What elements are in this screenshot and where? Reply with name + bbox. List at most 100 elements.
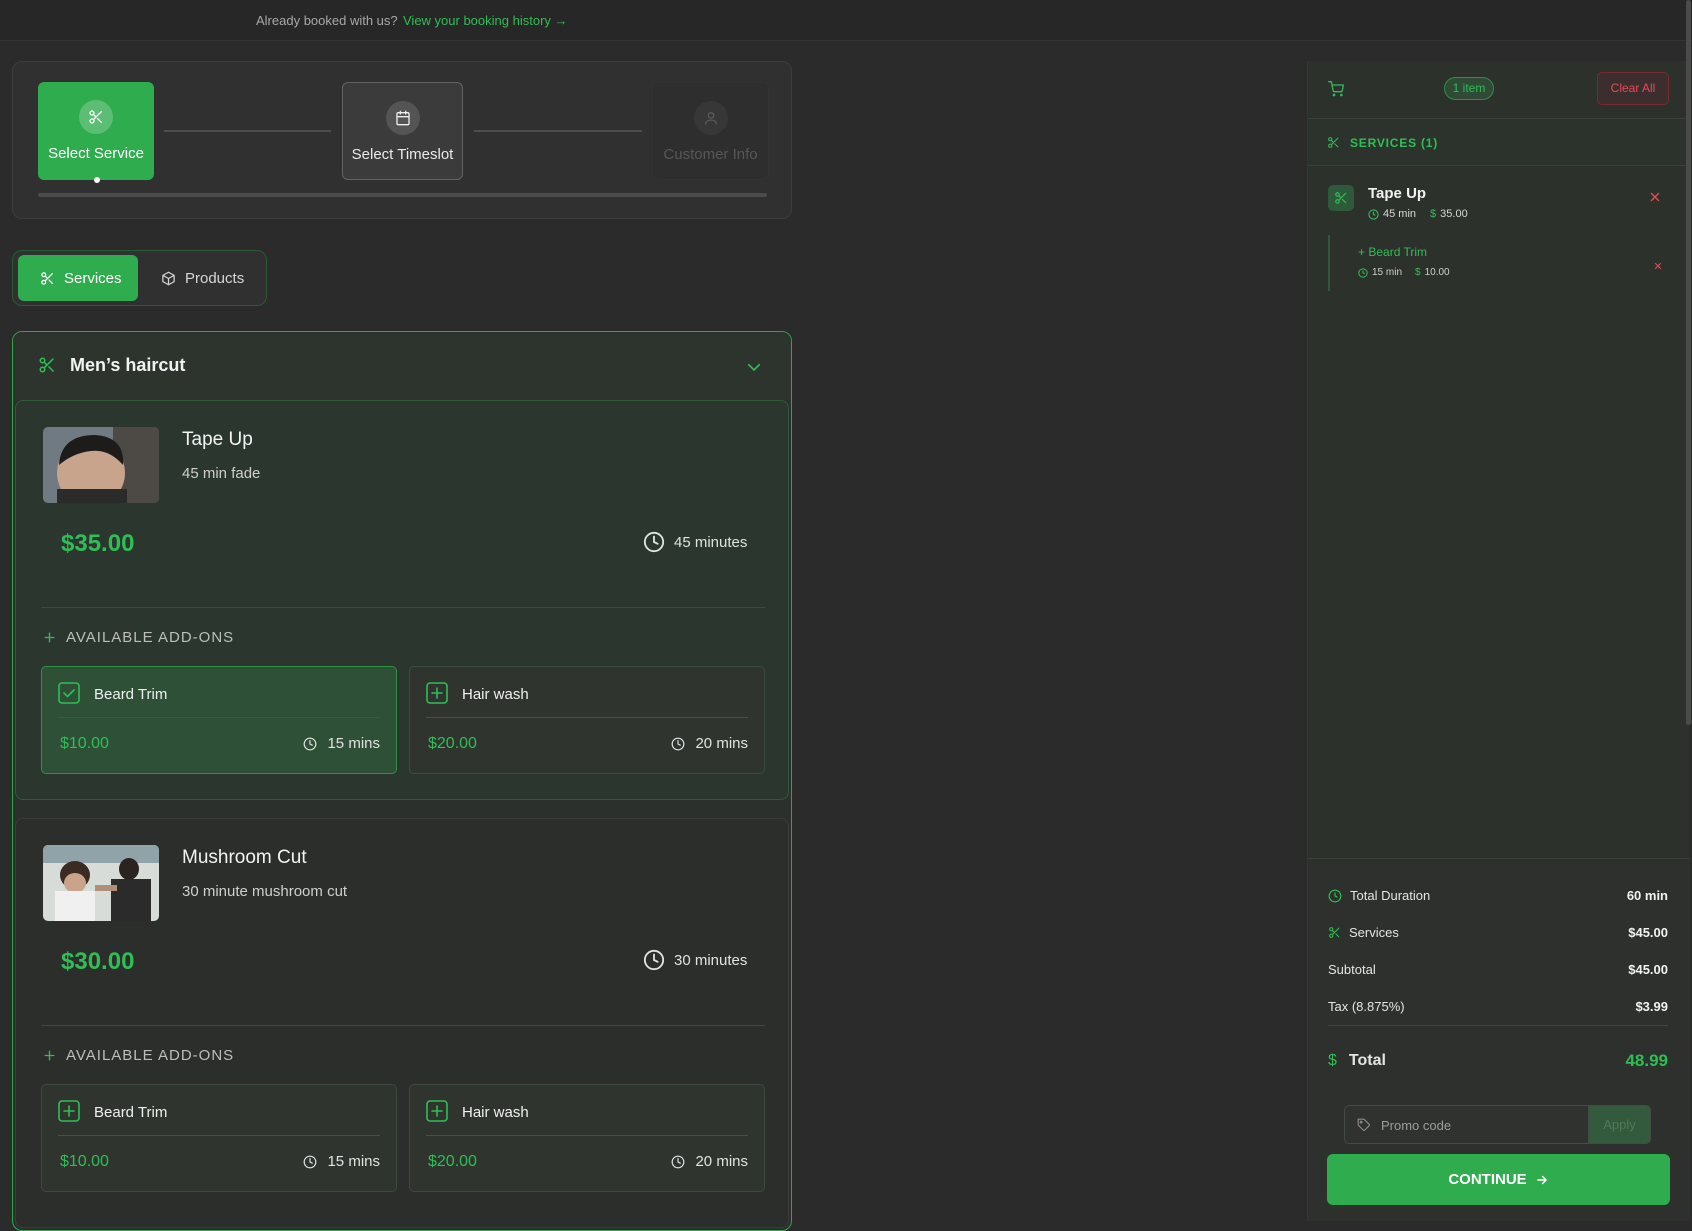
dollar-icon: $ [1415,267,1421,278]
addon-price: $20.00 [428,735,477,752]
addon-beard-trim[interactable]: Beard Trim $10.00 15 mins [41,666,397,774]
addons-heading: AVAILABLE ADD-ONS [43,629,234,646]
category-header[interactable]: Men’s haircut [13,332,791,400]
category-title: Men’s haircut [70,355,186,375]
cart-services-section: SERVICES (1) [1308,119,1690,166]
cart-summary: Total Duration 60 min Services $45.00 Su… [1308,858,1690,1221]
step-label: Select Timeslot [351,146,454,163]
booked-text: Already booked with us? [256,13,398,28]
clock-icon [1368,208,1383,220]
clock-icon [303,1155,327,1169]
scrollbar[interactable] [1686,0,1691,725]
booking-history-link[interactable]: View your booking history → [403,13,568,28]
dollar-icon: $ [428,735,437,752]
step-connector [474,130,642,132]
services-row: Services $45.00 [1328,925,1668,940]
add-plus-icon[interactable] [426,1100,448,1122]
tab-services[interactable]: Services [18,255,138,301]
step-label: Select Service [48,145,144,162]
service-duration: 45 minutes [643,531,747,553]
addon-duration: 20 mins [671,735,748,752]
addon-name: Hair wash [462,1104,529,1121]
subtotal-row: Subtotal $45.00 [1328,962,1668,977]
scissors-icon [1327,136,1340,149]
tab-label: Services [64,269,122,287]
addon-indent-bar [1328,235,1330,291]
cart-icon [1328,81,1344,97]
service-price: $30.00 [61,948,135,975]
step-progress-bar [38,193,767,197]
remove-addon-icon[interactable] [1653,261,1663,271]
user-icon [693,101,728,135]
addon-name: Hair wash [462,686,529,703]
step-select-service[interactable]: Select Service [38,82,154,183]
addon-duration: 15 mins [303,1153,380,1170]
service-price: $35.00 [61,530,135,557]
total-duration-row: Total Duration 60 min [1328,888,1668,903]
service-thumbnail [43,427,159,503]
top-bar: Already booked with us? View your bookin… [0,0,1692,41]
divider [426,1135,748,1136]
cart-item-meta: 45 min $ 35.00 [1368,208,1468,220]
service-description: 45 min fade [182,465,261,482]
clock-icon [1328,889,1350,903]
service-card-tape-up[interactable]: Tape Up 45 min fade $35.00 45 minutes AV… [15,400,789,800]
tab-label: Products [185,269,245,287]
addon-duration: 20 mins [671,1153,748,1170]
booking-stepper: Select Service Select Timeslot Customer … [12,61,792,219]
scissors-icon [40,271,64,286]
active-step-dot [94,177,100,183]
service-thumbnail [43,845,159,921]
divider [41,607,765,608]
service-card-mushroom-cut[interactable]: Mushroom Cut 30 minute mushroom cut $30.… [15,818,789,1228]
calendar-icon [385,101,420,135]
addons-heading: AVAILABLE ADD-ONS [43,1047,234,1064]
addon-name: Beard Trim [94,1104,168,1121]
service-name: Mushroom Cut [182,847,307,868]
plus-icon [43,1049,66,1062]
addon-price: $20.00 [428,1153,477,1170]
remove-item-icon[interactable] [1648,190,1662,204]
catalog-tabs: Services Products [12,250,267,306]
scissors-icon [1328,926,1349,939]
tab-products[interactable]: Products [161,255,261,301]
continue-button[interactable]: CONTINUE [1327,1154,1670,1205]
divider [58,717,380,718]
addon-hair-wash[interactable]: Hair wash $20.00 20 mins [409,1084,765,1192]
clock-icon [671,1155,695,1169]
step-select-timeslot[interactable]: Select Timeslot [342,82,463,180]
section-title: SERVICES (1) [1350,136,1439,150]
promo-code-field[interactable] [1344,1105,1588,1144]
tax-row: Tax (8.875%) $3.99 [1328,999,1668,1014]
addon-beard-trim[interactable]: Beard Trim $10.00 15 mins [41,1084,397,1192]
clear-all-button[interactable]: Clear All [1597,72,1669,105]
clock-icon [643,949,674,971]
clock-icon [643,531,674,553]
cart-addon-name: + Beard Trim [1358,245,1428,259]
add-plus-icon[interactable] [58,1100,80,1122]
clock-icon [303,737,327,751]
chevron-down-icon[interactable] [745,358,763,376]
cart-panel: 1 item Clear All SERVICES (1) Tape Up 45… [1307,61,1690,1221]
cart-addon-meta: 15 min $ 10.00 [1358,267,1450,278]
dollar-icon: $ [61,948,75,975]
addon-price: $10.00 [60,1153,109,1170]
addon-name: Beard Trim [94,686,168,703]
cart-header: 1 item Clear All [1308,61,1690,119]
addon-duration: 15 mins [303,735,380,752]
step-connector [164,130,331,132]
add-plus-icon[interactable] [426,682,448,704]
divider [41,1025,765,1026]
cart-item-name: Tape Up [1368,185,1427,202]
checkbox-checked-icon[interactable] [58,682,80,704]
promo-code-input[interactable] [1381,1115,1581,1135]
clock-icon [1358,267,1372,278]
scissors-icon [38,356,56,374]
category-mens-haircut: Men’s haircut Tape Up 45 min fade $35.00… [12,331,792,1231]
dollar-icon: $ [428,1153,437,1170]
divider [426,717,748,718]
apply-promo-button[interactable]: Apply [1588,1105,1651,1144]
dollar-icon: $ [60,1153,69,1170]
dollar-icon: $ [61,530,75,557]
addon-hair-wash[interactable]: Hair wash $20.00 20 mins [409,666,765,774]
